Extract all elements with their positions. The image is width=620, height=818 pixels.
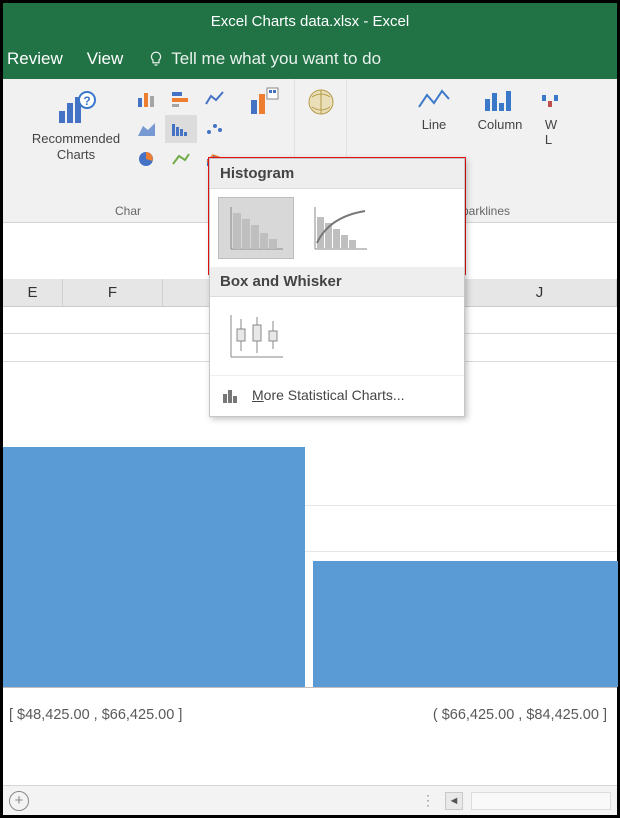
more-charts-icon	[222, 386, 242, 404]
tell-me-label: Tell me what you want to do	[171, 49, 381, 69]
popup-section-histogram: Histogram	[210, 159, 464, 189]
chart-type-popup: Histogram Box and Whisker	[209, 158, 465, 417]
recommended-charts-icon: ?	[55, 89, 97, 129]
chart-pie-button[interactable]	[131, 145, 163, 173]
sparkline-column-icon	[482, 85, 518, 115]
pivot-chart-icon	[248, 85, 282, 119]
horizontal-scrollbar[interactable]	[471, 792, 611, 810]
globe-icon	[304, 85, 338, 119]
title-bar: Excel Charts data.xlsx - Excel	[3, 3, 617, 39]
chart-area-button[interactable]	[131, 115, 163, 143]
sparkline-line-button[interactable]: Line	[406, 85, 462, 132]
new-sheet-button[interactable]: +	[9, 791, 29, 811]
col-header-E[interactable]: E	[3, 279, 63, 306]
sparkline-column-label: Column	[478, 117, 523, 132]
chart-column-button[interactable]	[131, 85, 163, 113]
recommended-charts-button[interactable]: ? Recommended Charts	[25, 85, 127, 162]
area-chart-icon	[137, 120, 157, 138]
sparkline-winloss-icon	[540, 85, 562, 115]
col-header-J[interactable]: J	[463, 279, 617, 306]
tab-view[interactable]: View	[87, 49, 124, 69]
ribbon-group-charts: ? Recommended Charts Char	[21, 79, 235, 222]
pivot-chart-button[interactable]	[237, 85, 293, 119]
sheet-tab-bar: + ⋮ ◄	[3, 785, 617, 815]
histogram-icon	[171, 120, 191, 138]
sparkline-line-icon	[416, 85, 452, 115]
pareto-thumb-icon	[309, 203, 371, 253]
chart-bar-2	[313, 561, 618, 687]
sparkline-line-label: Line	[422, 117, 447, 132]
line-chart-icon	[205, 90, 225, 108]
tab-review[interactable]: Review	[7, 49, 63, 69]
tab-scroll-handle[interactable]: ⋮	[421, 792, 437, 809]
chart-statistic-button[interactable]	[165, 115, 197, 143]
col-header-F[interactable]: F	[63, 279, 163, 306]
box-whisker-option[interactable]	[218, 305, 294, 367]
chart-bar-1	[3, 447, 305, 687]
surface-chart-icon	[171, 150, 191, 168]
pie-chart-icon	[137, 150, 157, 168]
axis-label-left: [ $48,425.00 , $66,425.00 ]	[3, 707, 308, 723]
sparkline-winloss-button[interactable]: WL	[538, 85, 564, 147]
box-whisker-thumb-icon	[225, 311, 287, 361]
svg-text:?: ?	[83, 94, 90, 108]
histogram-option[interactable]	[218, 197, 294, 259]
recommended-charts-label: Recommended Charts	[32, 131, 120, 162]
popup-section-box: Box and Whisker	[210, 267, 464, 297]
axis-label-right: ( $66,425.00 , $84,425.00 ]	[308, 707, 617, 723]
more-statistical-charts[interactable]: More Statistical Charts...	[210, 375, 464, 416]
bar-chart-icon	[137, 90, 157, 108]
charts-group-label: Char	[115, 204, 141, 220]
pareto-option[interactable]	[302, 197, 378, 259]
window-title: Excel Charts data.xlsx - Excel	[211, 13, 409, 30]
scatter-chart-icon	[205, 120, 225, 138]
sparkline-column-button[interactable]: Column	[472, 85, 528, 132]
chart-bar-button[interactable]	[165, 85, 197, 113]
chart-surface-button[interactable]	[165, 145, 197, 173]
ribbon-tabs: Review View Tell me what you want to do	[3, 39, 617, 79]
scroll-left-button[interactable]: ◄	[445, 792, 463, 810]
histogram-thumb-icon	[225, 203, 287, 253]
3d-map-button[interactable]	[293, 85, 349, 119]
hbar-chart-icon	[171, 90, 191, 108]
chart-scatter-button[interactable]	[199, 115, 231, 143]
chart-line-button[interactable]	[199, 85, 231, 113]
tell-me-search[interactable]: Tell me what you want to do	[147, 49, 381, 69]
lightbulb-icon	[147, 50, 165, 68]
